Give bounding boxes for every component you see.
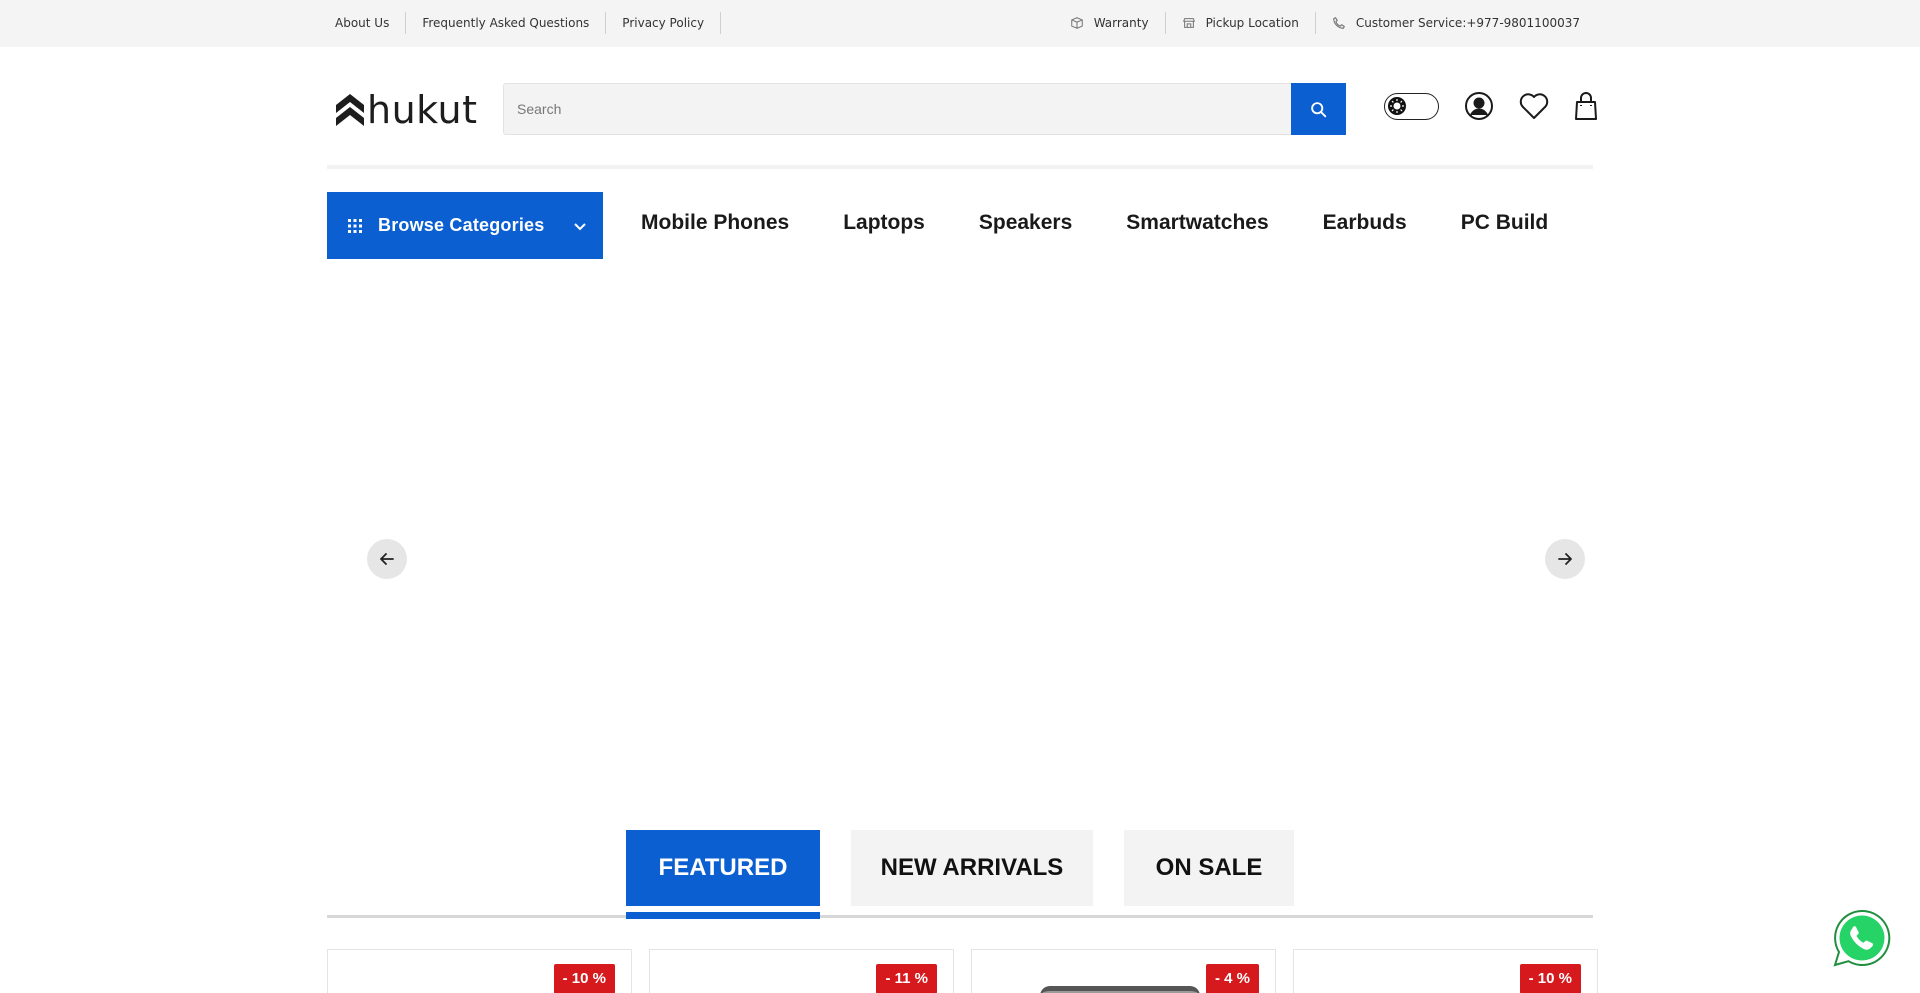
privacy-policy-link[interactable]: Privacy Policy	[606, 12, 722, 34]
customer-service[interactable]: Customer Service:+977-9801100037	[1316, 12, 1580, 34]
tab-on-sale[interactable]: ON SALE	[1124, 830, 1294, 906]
tab-featured-underline	[626, 912, 820, 919]
header-divider	[327, 165, 1593, 169]
top-info: Warranty Pickup Location Customer Servic…	[1054, 12, 1580, 34]
hukut-logo-icon	[336, 94, 364, 126]
slider-prev-button[interactable]	[367, 539, 407, 579]
discount-badge: - 11 %	[876, 964, 937, 993]
arrow-left-icon	[380, 553, 394, 565]
product-image	[1040, 986, 1200, 993]
tab-new-arrivals[interactable]: NEW ARRIVALS	[851, 830, 1093, 906]
search-input[interactable]	[503, 83, 1291, 135]
arrow-right-icon	[1558, 553, 1572, 565]
grid-icon	[348, 218, 362, 233]
search-button[interactable]	[1291, 83, 1346, 135]
cart-button[interactable]	[1574, 91, 1598, 121]
product-card[interactable]: - 4 %	[971, 949, 1276, 993]
slider-next-button[interactable]	[1545, 539, 1585, 579]
search-bar	[503, 83, 1346, 135]
nav-item-laptops[interactable]: Laptops	[843, 208, 925, 238]
sun-icon	[1390, 98, 1404, 113]
tab-featured[interactable]: FEATURED	[626, 830, 820, 906]
box-icon	[1070, 17, 1083, 29]
top-links: About Us Frequently Asked Questions Priv…	[327, 12, 722, 34]
phone-icon	[1333, 17, 1345, 29]
theme-toggle[interactable]	[1384, 92, 1439, 120]
top-bar: About Us Frequently Asked Questions Priv…	[0, 0, 1920, 47]
warranty-label: Warranty	[1093, 16, 1149, 30]
customer-service-label: Customer Service:+977-9801100037	[1355, 16, 1580, 30]
product-card[interactable]: - 10 %	[1293, 949, 1598, 993]
main-nav: Mobile Phones Laptops Speakers Smartwatc…	[641, 208, 1602, 238]
discount-badge: - 4 %	[1205, 964, 1259, 993]
logo-wordmark: hukut	[367, 88, 478, 132]
warranty-link[interactable]: Warranty	[1054, 12, 1166, 34]
bag-icon	[1575, 92, 1597, 120]
pickup-label: Pickup Location	[1205, 16, 1299, 30]
search-icon	[1311, 101, 1327, 117]
nav-item-earbuds[interactable]: Earbuds	[1323, 208, 1407, 238]
nav-item-smartwatches[interactable]: Smartwatches	[1126, 208, 1268, 238]
chevron-down-icon	[574, 223, 586, 231]
discount-badge: - 10 %	[1519, 964, 1581, 993]
discount-badge: - 10 %	[553, 964, 615, 993]
browse-categories-label: Browse Categories	[378, 215, 545, 235]
heart-icon	[1519, 93, 1549, 119]
whatsapp-icon	[1833, 909, 1891, 967]
logo[interactable]: hukut	[335, 91, 478, 129]
wishlist-button[interactable]	[1519, 92, 1549, 120]
account-button[interactable]	[1464, 91, 1494, 121]
tabs-divider	[327, 915, 1593, 918]
browse-categories-button[interactable]: Browse Categories	[327, 192, 603, 259]
toggle-knob	[1388, 96, 1406, 115]
header-actions	[1384, 91, 1598, 121]
nav-item-speakers[interactable]: Speakers	[979, 208, 1072, 238]
faq-link[interactable]: Frequently Asked Questions	[406, 12, 607, 34]
product-card[interactable]: - 11 %	[649, 949, 954, 993]
product-card[interactable]: - 10 %	[327, 949, 632, 993]
whatsapp-button[interactable]	[1831, 907, 1893, 969]
nav-item-mobile-phones[interactable]: Mobile Phones	[641, 208, 789, 238]
user-icon	[1465, 92, 1493, 120]
pickup-location-link[interactable]: Pickup Location	[1166, 12, 1316, 34]
nav-item-pc-build[interactable]: PC Build	[1461, 208, 1549, 238]
store-icon	[1182, 18, 1195, 28]
about-us-link[interactable]: About Us	[327, 12, 407, 34]
